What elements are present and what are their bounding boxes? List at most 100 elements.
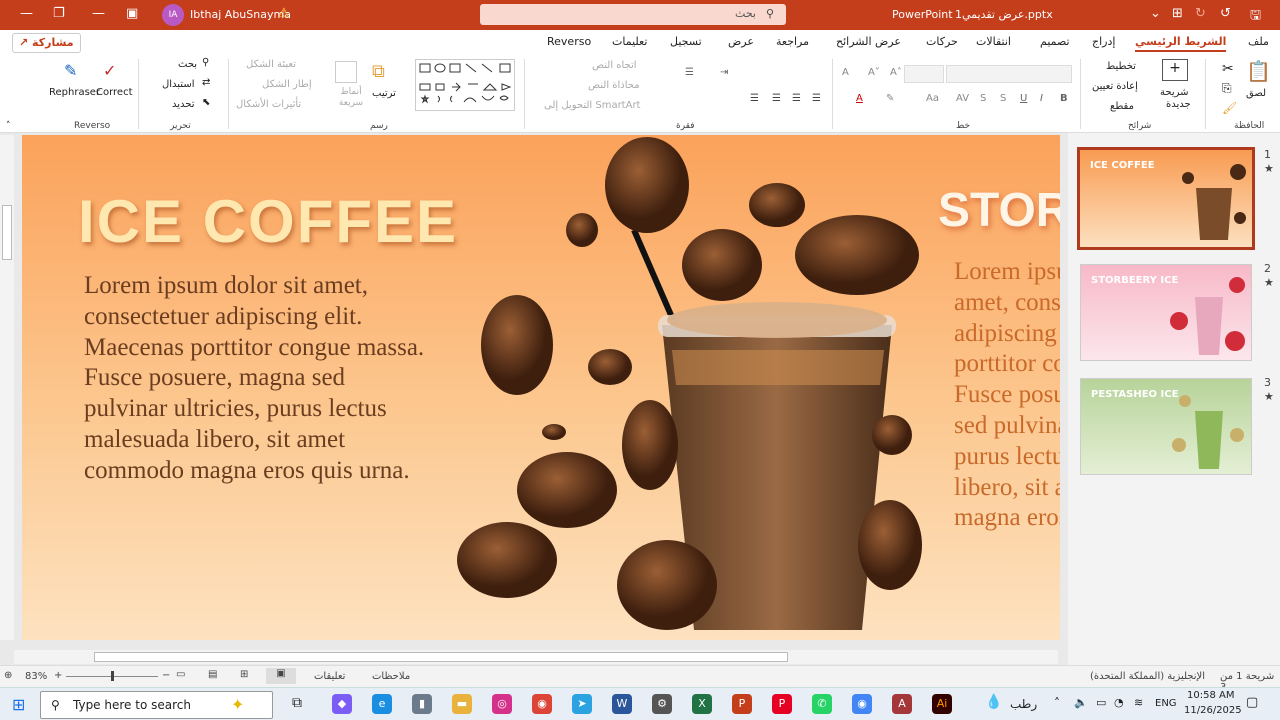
present-icon[interactable]: ⊞ <box>1172 6 1183 21</box>
avatar[interactable]: IA <box>162 4 184 26</box>
italic-icon[interactable]: I <box>1040 93 1043 104</box>
zoom-level[interactable]: 83% <box>25 671 47 682</box>
weather-icon[interactable]: 💧 <box>985 694 1002 710</box>
illustrator-icon[interactable]: Ai <box>932 694 952 714</box>
align-center-icon[interactable]: ☰ <box>792 93 801 104</box>
rephraser-icon[interactable]: ✎ <box>64 61 77 80</box>
tab-view[interactable]: عرض <box>728 35 754 48</box>
save-icon[interactable]: 🖫 <box>1250 6 1261 28</box>
highlight-icon[interactable]: ✎ <box>886 93 894 104</box>
shrink-font-icon[interactable]: A˅ <box>868 67 880 78</box>
tab-design[interactable]: تصميم <box>1040 35 1070 48</box>
weather-text[interactable]: رطب <box>1010 697 1037 711</box>
battery-icon[interactable]: ▭ <box>1096 696 1106 709</box>
convert-smartart-button[interactable]: التحويل إلى SmartArt <box>544 100 640 111</box>
tab-insert[interactable]: إدراج <box>1092 35 1115 48</box>
tab-slideshow[interactable]: عرض الشرائح <box>836 35 901 48</box>
tab-help[interactable]: تعليمات <box>612 35 647 48</box>
fit-slide-icon[interactable]: ⊕ <box>4 670 12 681</box>
bold-icon[interactable]: B <box>1060 93 1068 104</box>
copilot-icon[interactable]: ◆ <box>332 694 352 714</box>
zoom-in-icon[interactable]: − <box>162 670 170 681</box>
shadow-icon[interactable]: S <box>1000 93 1006 104</box>
paste-icon[interactable]: 📋 <box>1246 59 1271 83</box>
font-color-icon[interactable]: A <box>856 93 863 104</box>
line-spacing-icon[interactable]: ☰ <box>685 67 694 78</box>
format-painter-icon[interactable]: 🖌 <box>1222 101 1237 115</box>
align-right-icon[interactable]: ☰ <box>772 93 781 104</box>
wifi-icon[interactable]: ≋ <box>1134 696 1143 709</box>
correct-icon[interactable]: ✓ <box>103 61 116 80</box>
volume-icon[interactable]: 🔈 <box>1074 696 1088 709</box>
access-icon[interactable]: A <box>892 694 912 714</box>
input-language[interactable]: ENG <box>1155 698 1177 709</box>
arrange-icon[interactable]: ⧉ <box>372 61 385 82</box>
arrange-button[interactable]: ترتيب <box>372 88 396 99</box>
show-hidden-icons[interactable]: ˄ <box>1054 696 1060 710</box>
new-slide-label-2[interactable]: جديدة <box>1166 99 1191 110</box>
tab-home[interactable]: الشريط الرئيسي <box>1135 35 1227 52</box>
telegram-icon[interactable]: ➤ <box>572 694 592 714</box>
char-spacing-icon[interactable]: AV <box>956 93 969 104</box>
taskbar-search-input[interactable]: ⚲ Type here to search ✦ <box>40 691 273 719</box>
slideshow-view-icon[interactable]: ▭ <box>176 669 185 680</box>
layout-button[interactable]: تخطيط <box>1106 61 1136 72</box>
slide-canvas[interactable]: ICE COFFEE Lorem ipsum dolor sit amet, c… <box>22 135 1060 640</box>
pinterest-icon[interactable]: P <box>772 694 792 714</box>
minimize-ribbon-icon[interactable]: — <box>20 6 33 21</box>
app-icon[interactable]: ▮ <box>412 694 432 714</box>
zoom-out-icon[interactable]: + <box>54 670 62 681</box>
text-direction-button[interactable]: اتجاه النص <box>592 60 637 71</box>
sorter-view-icon[interactable]: ⊞ <box>240 669 248 680</box>
slide-thumbnail[interactable]: STORBEERY ICE <box>1080 264 1252 361</box>
clock-time[interactable]: 10:58 AM <box>1187 690 1234 701</box>
align-text-button[interactable]: محاذاة النص <box>588 80 640 91</box>
shape-effects-button[interactable]: تأثيرات الأشكال <box>236 99 301 110</box>
tab-record[interactable]: تسجيل <box>670 35 702 48</box>
font-family-select[interactable] <box>946 65 1072 83</box>
clock-date[interactable]: 11/26/2025 <box>1184 705 1242 716</box>
customize-toolbar-icon[interactable]: ⌄ <box>1150 6 1161 21</box>
chrome-profile-icon[interactable]: ◉ <box>852 694 872 714</box>
clear-format-icon[interactable]: A <box>842 67 849 78</box>
network-icon[interactable]: ◔ <box>1114 696 1124 709</box>
find-button[interactable]: بحث <box>178 59 197 70</box>
edge-icon[interactable]: e <box>372 694 392 714</box>
shapes-gallery[interactable] <box>415 59 515 111</box>
windows-start-icon[interactable]: ⊞ <box>12 695 25 714</box>
document-title[interactable]: عرض تقديمي1.pptx <box>955 8 1053 21</box>
new-slide-icon[interactable]: + <box>1162 59 1188 81</box>
excel-icon[interactable]: X <box>692 694 712 714</box>
align-left-icon[interactable]: ☰ <box>812 93 821 104</box>
redo-icon[interactable]: ↻ <box>1195 6 1206 21</box>
slide-body-text[interactable]: Lorem ipsum dolor sit amet, consectetuer… <box>84 271 434 487</box>
slide-title[interactable]: ICE COFFEE <box>78 187 458 256</box>
tab-transitions[interactable]: انتقالات <box>976 35 1011 48</box>
rephraser-button[interactable]: Rephraser <box>49 87 100 98</box>
quick-styles-button[interactable]: أنماط سريعة <box>336 87 366 109</box>
slide-thumbnail[interactable]: ICE COFFEE <box>1077 147 1255 250</box>
cut-icon[interactable]: ✂ <box>1222 61 1234 77</box>
horizontal-scrollbar[interactable] <box>14 650 1058 664</box>
zoom-slider-thumb[interactable] <box>111 671 114 681</box>
warning-icon[interactable]: ⚠ <box>278 6 290 21</box>
undo-icon[interactable]: ↺ <box>1220 6 1231 21</box>
shape-outline-button[interactable]: إطار الشكل <box>262 79 312 90</box>
settings-gear-icon[interactable]: ⚙ <box>652 694 672 714</box>
notes-button[interactable]: ملاحظات <box>372 671 410 682</box>
shape-fill-button[interactable]: تعبئة الشكل <box>246 59 296 70</box>
tab-animations[interactable]: حركات <box>926 35 958 48</box>
notifications-icon[interactable]: ▢ <box>1246 695 1258 710</box>
search-input[interactable]: بحث ⚲ <box>480 4 786 25</box>
copilot-sparkle-icon[interactable]: ✦ <box>231 695 244 714</box>
underline-icon[interactable]: U <box>1020 93 1027 104</box>
tab-reverso[interactable]: Reverso <box>547 35 591 48</box>
copy-icon[interactable]: ⎘ <box>1222 81 1232 96</box>
correct-button[interactable]: Correct <box>96 87 133 98</box>
tab-file[interactable]: ملف <box>1248 35 1269 48</box>
collapse-ribbon-icon[interactable]: ˄ <box>6 121 11 131</box>
select-button[interactable]: تحديد <box>172 99 195 110</box>
tab-review[interactable]: مراجعة <box>776 35 809 48</box>
align-justify-icon[interactable]: ☰ <box>750 93 759 104</box>
grow-font-icon[interactable]: A˄ <box>890 67 902 78</box>
